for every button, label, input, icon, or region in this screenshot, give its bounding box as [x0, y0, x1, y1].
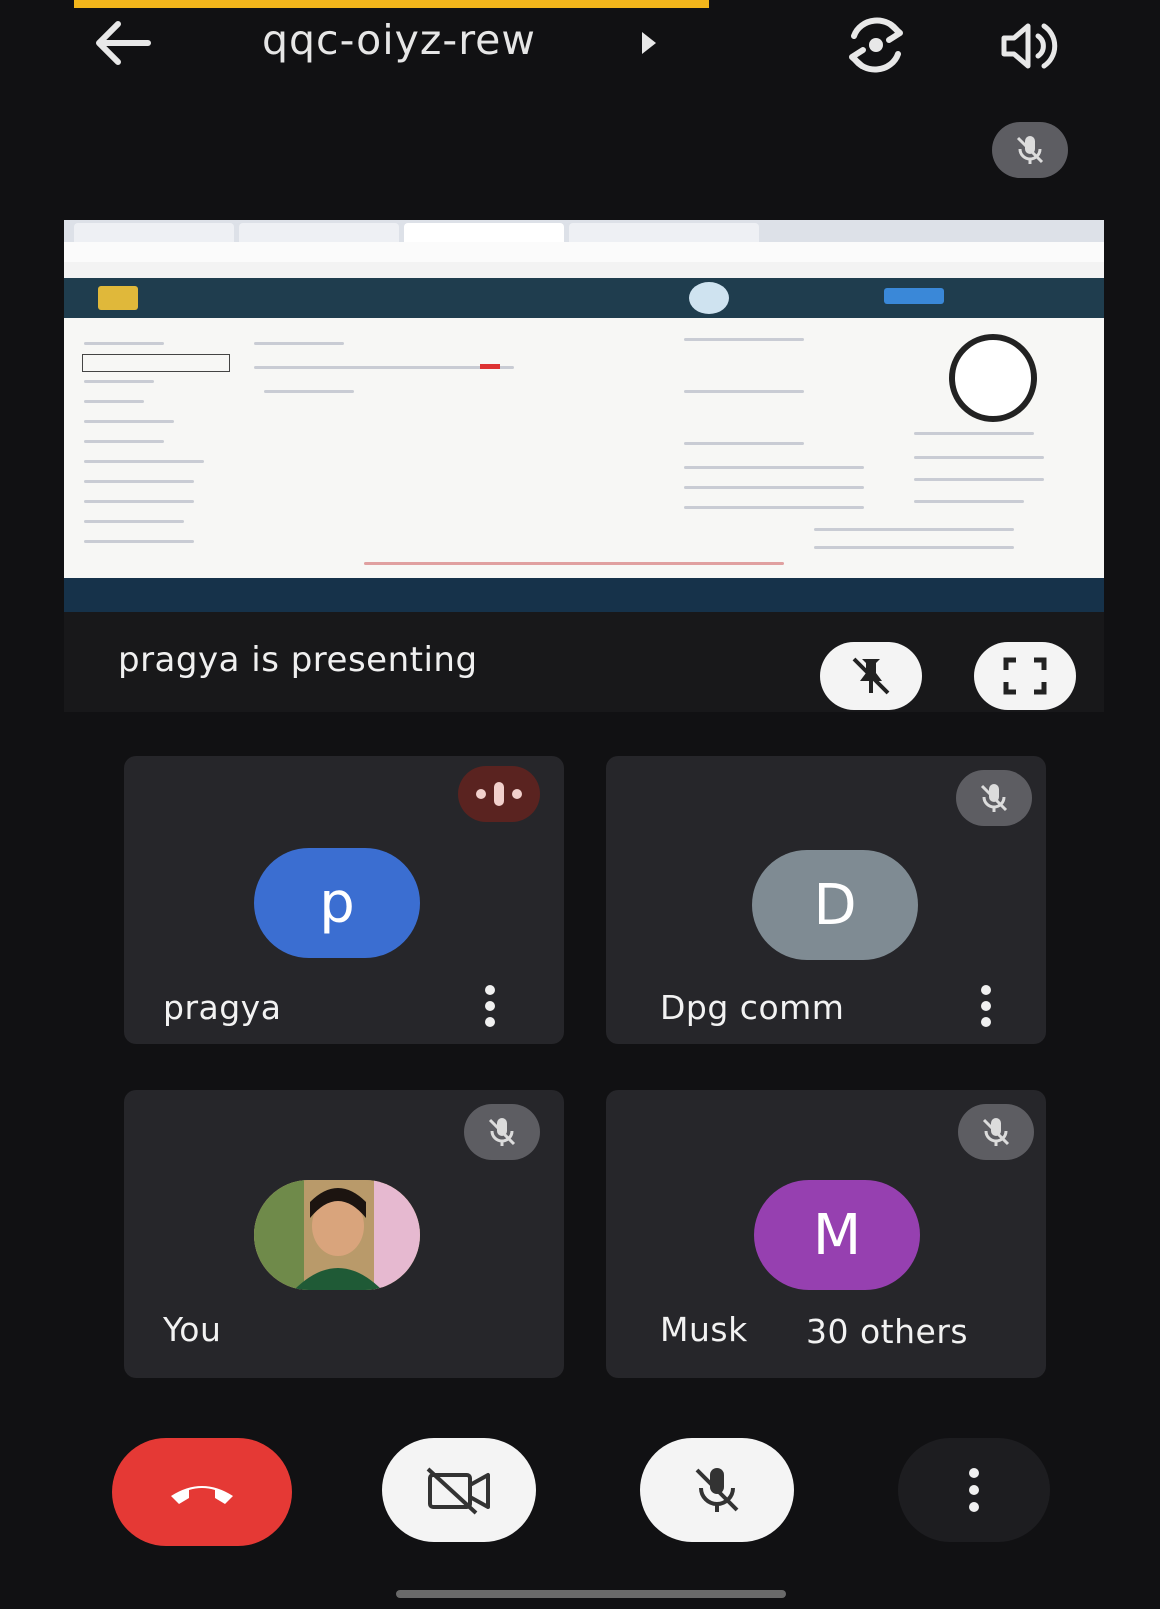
content-line [84, 500, 194, 503]
content-line [84, 540, 194, 543]
more-options-button[interactable] [898, 1438, 1050, 1542]
site-logo-icon [98, 286, 138, 310]
shared-site-header [64, 278, 1104, 318]
content-line [914, 478, 1044, 481]
content-line [84, 420, 174, 423]
switch-camera-icon [849, 17, 903, 73]
back-button[interactable] [92, 20, 154, 66]
content-line [264, 390, 354, 393]
end-call-icon [171, 1486, 233, 1504]
presenter-label: pragya is presenting [118, 640, 478, 680]
participant-name: You [163, 1310, 222, 1349]
mic-off-icon [695, 1468, 739, 1512]
speaker-button[interactable] [998, 18, 1062, 74]
end-call-button[interactable] [112, 1438, 292, 1546]
participant-name: Dpg comm [660, 988, 845, 1027]
content-line [684, 390, 804, 393]
muted-badge [464, 1104, 540, 1160]
browser-tab [404, 223, 564, 242]
more-vertical-icon[interactable] [480, 984, 500, 1028]
content-line [914, 500, 1024, 503]
browser-tab [74, 223, 234, 242]
content-line [684, 486, 864, 489]
browser-address-bar [64, 242, 1104, 263]
fullscreen-icon [1003, 657, 1047, 695]
content-line [84, 460, 204, 463]
content-line [684, 506, 864, 509]
mic-off-icon [488, 1118, 516, 1146]
mic-toggle-button[interactable] [640, 1438, 794, 1542]
audio-level-icon [476, 782, 522, 806]
clock-widget-icon [949, 334, 1037, 422]
content-line [814, 528, 1014, 531]
content-line [684, 466, 864, 469]
browser-tab-strip [64, 220, 1104, 242]
content-box [82, 354, 230, 372]
arrow-left-icon [96, 21, 151, 65]
browser-bookmarks-bar [64, 262, 1104, 278]
content-marker [480, 364, 500, 369]
presenter-muted-badge [992, 122, 1068, 178]
site-button [884, 288, 944, 304]
shared-screen[interactable] [64, 220, 1104, 612]
switch-camera-button[interactable] [840, 14, 912, 76]
top-bar: qqc-oiyz-rew [0, 0, 1160, 100]
muted-badge [956, 770, 1032, 826]
content-line [254, 366, 514, 369]
mic-off-icon [980, 784, 1008, 812]
participant-name: Musk [660, 1310, 748, 1349]
mic-off-icon [1016, 136, 1044, 164]
avatar: p [254, 848, 420, 958]
mic-off-icon [982, 1118, 1010, 1146]
content-line [84, 440, 164, 443]
content-line [84, 342, 164, 345]
meeting-code[interactable]: qqc-oiyz-rew [262, 16, 536, 64]
camera-toggle-button[interactable] [382, 1438, 536, 1542]
home-indicator[interactable] [396, 1590, 786, 1598]
content-line [684, 442, 804, 445]
content-line [254, 342, 344, 345]
others-count-label: 30 others [806, 1312, 969, 1351]
shared-taskbar [64, 578, 1104, 612]
content-line [84, 380, 154, 383]
content-line [84, 480, 194, 483]
avatar: M [754, 1180, 920, 1290]
unpin-button[interactable] [820, 642, 922, 710]
browser-tab [569, 223, 759, 242]
pin-off-icon [852, 657, 890, 695]
content-line [684, 338, 804, 341]
content-line [914, 432, 1034, 435]
avatar [254, 1180, 420, 1290]
avatar: D [752, 850, 918, 960]
content-line [84, 400, 144, 403]
fullscreen-button[interactable] [974, 642, 1076, 710]
content-line [364, 562, 784, 565]
more-vertical-icon[interactable] [976, 984, 996, 1028]
content-line [914, 456, 1044, 459]
user-avatar-icon [689, 282, 729, 314]
browser-tab [239, 223, 399, 242]
muted-badge [958, 1104, 1034, 1160]
caret-right-icon[interactable] [640, 30, 658, 56]
participant-name: pragya [163, 988, 282, 1027]
speaking-indicator [458, 766, 540, 822]
content-line [814, 546, 1014, 549]
content-line [84, 520, 184, 523]
profile-photo-icon [254, 1180, 420, 1290]
camera-off-icon [426, 1467, 490, 1515]
more-vertical-icon [969, 1468, 979, 1512]
speaker-icon [1001, 23, 1058, 69]
meet-call-screen: qqc-oiyz-rew pragya is presenting p prag… [0, 0, 1160, 1609]
